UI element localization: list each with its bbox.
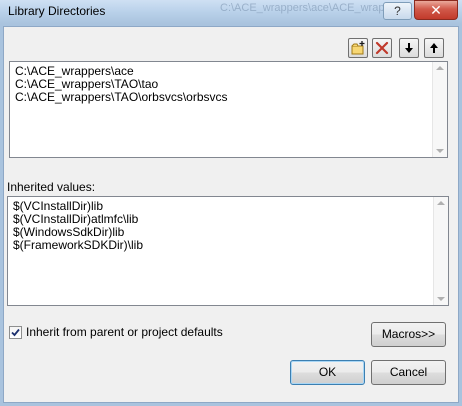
move-down-icon <box>405 43 413 53</box>
macros-button[interactable]: Macros>> <box>371 322 446 347</box>
directories-scrollbar[interactable] <box>432 62 447 157</box>
title-bar[interactable]: Library Directories C:\ACE_wrappers\ace\… <box>0 0 462 24</box>
scroll-down-arrow-icon[interactable] <box>436 149 444 153</box>
inherit-checkbox-label[interactable]: Inherit from parent or project defaults <box>26 325 223 339</box>
delete-button[interactable] <box>372 38 392 58</box>
move-up-icon <box>430 43 438 53</box>
scroll-up-arrow-icon[interactable] <box>437 201 445 205</box>
inherit-checkbox[interactable] <box>9 326 22 339</box>
close-button[interactable]: ✕ <box>414 0 458 20</box>
inherited-scrollbar[interactable] <box>433 197 448 305</box>
directories-list[interactable]: C:\ACE_wrappers\ace C:\ACE_wrappers\TAO\… <box>9 61 448 158</box>
window-title: Library Directories <box>8 4 106 18</box>
dialog-body: C:\ACE_wrappers\ace C:\ACE_wrappers\TAO\… <box>3 26 459 403</box>
scroll-up-arrow-icon[interactable] <box>436 66 444 70</box>
move-up-button[interactable] <box>424 38 444 58</box>
background-window-title: C:\ACE_wrappers\ace\ACE_wrappers <box>220 2 406 14</box>
help-button[interactable]: ? <box>383 2 412 20</box>
checkmark-icon <box>11 328 20 337</box>
new-line-icon <box>351 41 365 55</box>
cancel-button[interactable]: Cancel <box>371 360 446 385</box>
new-line-button[interactable] <box>348 38 368 58</box>
scroll-down-arrow-icon[interactable] <box>437 297 445 301</box>
inherited-values-label: Inherited values: <box>7 180 96 194</box>
list-item: $(FrameworkSDKDir)\lib <box>13 238 144 252</box>
inherited-values-list: $(VCInstallDir)lib $(VCInstallDir)atlmfc… <box>7 196 449 306</box>
list-item[interactable]: C:\ACE_wrappers\TAO\orbsvcs\orbsvcs <box>10 91 447 104</box>
delete-icon <box>375 41 389 55</box>
ok-button[interactable]: OK <box>290 360 365 385</box>
move-down-button[interactable] <box>399 38 419 58</box>
